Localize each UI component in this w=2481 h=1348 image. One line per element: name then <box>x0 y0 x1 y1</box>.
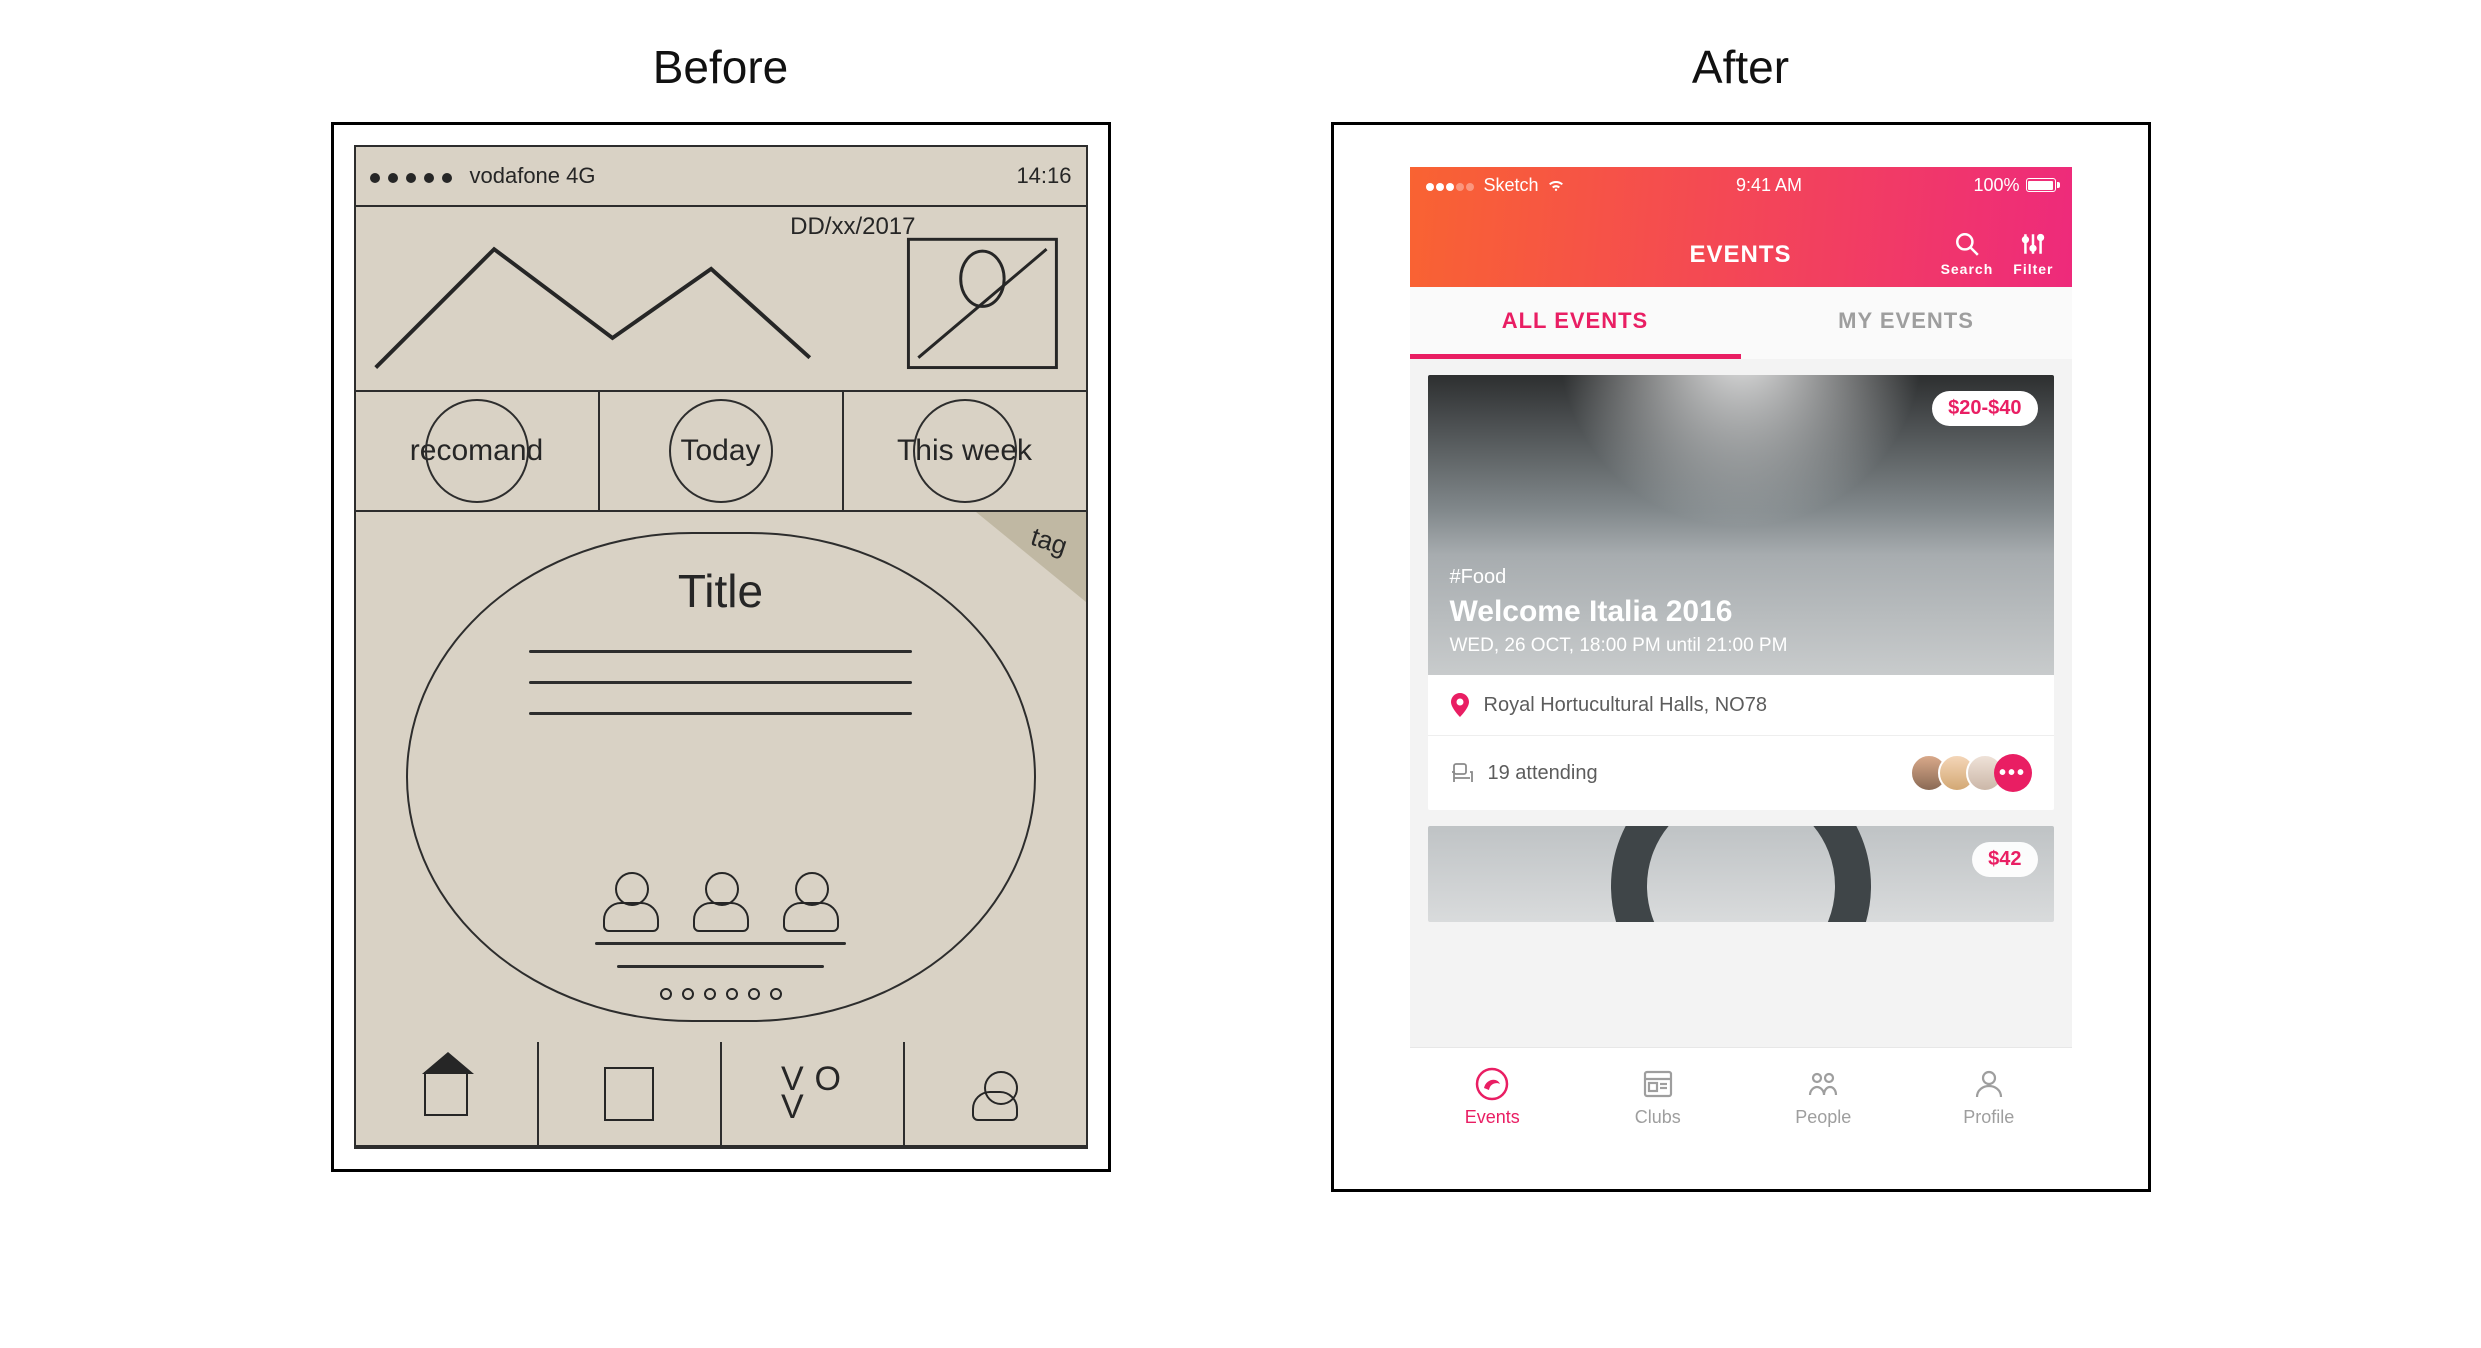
battery-label: 100% <box>1973 175 2019 196</box>
people-icon <box>1806 1067 1840 1101</box>
tab-people[interactable]: People <box>1741 1048 1907 1147</box>
sketch-text-line <box>529 712 911 715</box>
event-card[interactable]: $42 <box>1428 826 2054 922</box>
mountain-sketch-icon <box>356 207 1086 390</box>
segment-tabs: ALL EVENTS MY EVENTS <box>1410 287 2072 359</box>
sketch-tab-profile[interactable] <box>905 1042 1086 1145</box>
wifi-icon <box>1547 178 1565 192</box>
sliders-icon <box>2020 231 2046 257</box>
filter-button[interactable]: Filter <box>2013 231 2053 277</box>
event-hero: $42 <box>1428 826 2054 922</box>
home-icon <box>424 1072 468 1116</box>
sketch-banner: DD/xx/2017 <box>356 207 1086 392</box>
before-column: Before vodafone 4G 14:16 DD/xx/2017 reco… <box>331 40 1111 1308</box>
search-label: Search <box>1941 261 1994 277</box>
nav-bar: EVENTS Search Filter <box>1410 203 2072 287</box>
pin-icon <box>1450 693 1470 717</box>
tab-my-events[interactable]: MY EVENTS <box>1741 287 2072 359</box>
more-attendees-button[interactable]: ••• <box>1994 754 2032 792</box>
event-attending-row: 19 attending ••• <box>1428 735 2054 810</box>
sketch-tag-corner <box>976 512 1086 602</box>
person-icon <box>689 868 753 932</box>
sketch-tab-thisweek[interactable]: This week <box>844 392 1086 510</box>
profile-icon <box>1972 1067 2006 1101</box>
signal-dots-icon <box>370 163 460 189</box>
event-datetime: WED, 26 OCT, 18:00 PM until 21:00 PM <box>1450 635 1788 657</box>
app-header: Sketch 9:41 AM 100% EVENTS Search <box>1410 167 2072 287</box>
sketch-text-line <box>529 681 911 684</box>
event-title: Welcome Italia 2016 <box>1450 595 1733 629</box>
search-icon <box>1954 231 1980 257</box>
bottom-tabbar: Events Clubs People Profile <box>1410 1047 2072 1147</box>
event-hero: $20-$40 #Food Welcome Italia 2016 WED, 2… <box>1428 375 2054 675</box>
sketch-wireframe: vodafone 4G 14:16 DD/xx/2017 recomand To… <box>354 145 1088 1149</box>
event-location-row: Royal Hortucultural Halls, NO78 <box>1428 675 2054 735</box>
sketch-time: 14:16 <box>1016 163 1071 189</box>
sketch-tab-today[interactable]: Today <box>600 392 844 510</box>
tab-all-events[interactable]: ALL EVENTS <box>1410 287 1741 359</box>
before-frame: vodafone 4G 14:16 DD/xx/2017 recomand To… <box>331 122 1111 1172</box>
status-time: 9:41 AM <box>1736 175 1802 196</box>
person-icon <box>779 868 843 932</box>
sketch-avatars <box>599 868 843 932</box>
sketch-status-bar: vodafone 4G 14:16 <box>356 147 1086 207</box>
person-icon <box>599 868 663 932</box>
swirl-icon <box>1475 1067 1509 1101</box>
attending-count: 19 attending <box>1488 762 1598 785</box>
sketch-tabbar: V OV <box>356 1042 1086 1147</box>
tab-label: People <box>1795 1107 1851 1128</box>
search-button[interactable]: Search <box>1941 231 1994 277</box>
event-location: Royal Hortucultural Halls, NO78 <box>1484 694 1767 717</box>
sketch-date-text: DD/xx/2017 <box>790 213 915 241</box>
tab-label: Clubs <box>1635 1107 1681 1128</box>
seat-icon <box>1450 762 1474 784</box>
carrier-label: Sketch <box>1484 175 1539 196</box>
signal-icon <box>1426 175 1476 196</box>
sketch-card-oval: Title <box>406 532 1036 1022</box>
sketch-sub-line <box>595 942 846 945</box>
event-card[interactable]: $20-$40 #Food Welcome Italia 2016 WED, 2… <box>1428 375 2054 810</box>
vv-icon: V OV <box>781 1066 843 1120</box>
price-chip: $42 <box>1972 842 2037 877</box>
sketch-tab-vv[interactable]: V OV <box>722 1042 905 1145</box>
battery-icon <box>2026 178 2056 192</box>
sketch-card: tag Title <box>356 512 1086 1042</box>
filter-label: Filter <box>2013 261 2053 277</box>
tab-label: Profile <box>1963 1107 2014 1128</box>
after-label: After <box>1692 40 1789 94</box>
phone-mock: Sketch 9:41 AM 100% EVENTS Search <box>1410 167 2072 1147</box>
sketch-sub-line <box>617 965 824 968</box>
sketch-tab-recommend[interactable]: recomand <box>356 392 600 510</box>
attendee-avatars: ••• <box>1920 754 2032 792</box>
tab-label: Events <box>1465 1107 1520 1128</box>
after-column: After Sketch 9:41 AM 100% EVENT <box>1331 40 2151 1308</box>
sketch-carrier: vodafone 4G <box>470 163 596 189</box>
person-icon <box>968 1067 1022 1121</box>
arch-photo-icon <box>1611 826 1871 922</box>
sketch-tabs: recomand Today This week <box>356 392 1086 512</box>
price-chip: $20-$40 <box>1932 391 2037 426</box>
tab-profile[interactable]: Profile <box>1906 1048 2072 1147</box>
page-title: EVENTS <box>1689 241 1791 269</box>
before-label: Before <box>653 40 789 94</box>
after-frame: Sketch 9:41 AM 100% EVENTS Search <box>1331 122 2151 1192</box>
status-bar: Sketch 9:41 AM 100% <box>1410 167 2072 203</box>
sketch-pager <box>660 988 782 1000</box>
sketch-tab-home[interactable] <box>356 1042 539 1145</box>
newspaper-icon <box>1641 1067 1675 1101</box>
tab-events[interactable]: Events <box>1410 1048 1576 1147</box>
event-tag: #Food <box>1450 566 1507 589</box>
document-icon <box>604 1067 654 1121</box>
event-feed[interactable]: $20-$40 #Food Welcome Italia 2016 WED, 2… <box>1410 359 2072 1047</box>
sketch-text-line <box>529 650 911 653</box>
sketch-card-title: Title <box>678 564 763 618</box>
sketch-tab-doc[interactable] <box>539 1042 722 1145</box>
tab-clubs[interactable]: Clubs <box>1575 1048 1741 1147</box>
